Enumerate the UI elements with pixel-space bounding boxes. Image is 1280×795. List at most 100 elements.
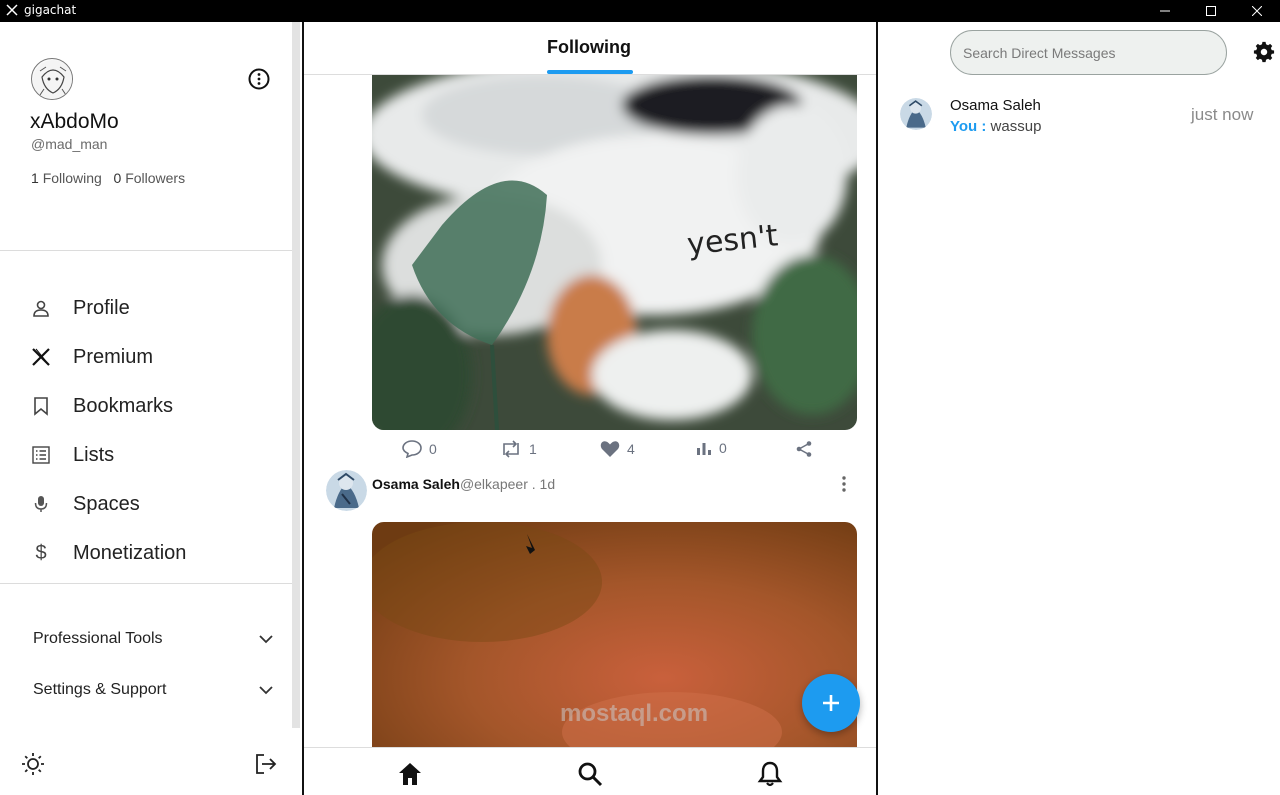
comment-icon [402,440,422,458]
nav-item-label: Premium [73,345,154,368]
cat-gif-image: yesn't [372,75,857,430]
followers-link[interactable]: 0 Followers [114,170,186,186]
conversation-name: Osama Saleh [950,97,1041,114]
nav-item-premium[interactable]: Premium [30,339,270,375]
messages-panel: Osama Saleh You : wassup just now [878,22,1280,795]
nav-item-label: Bookmarks [73,394,174,417]
share-icon [796,441,812,457]
search-messages-input[interactable] [950,30,1227,75]
like-button[interactable]: 4 [600,440,635,458]
active-tab-indicator [547,70,633,74]
following-link[interactable]: 1 Following [31,170,102,186]
close-icon [1252,6,1262,16]
follow-stats: 1 Following 0 Followers [31,170,185,186]
post-timestamp: . 1d [527,476,556,492]
list-icon [30,444,52,466]
nav-item-bookmarks[interactable]: Bookmarks [30,388,270,424]
profile-handle: @mad_man [31,136,108,152]
window-title: gigachat [24,3,77,17]
feed-column: Following yesn't 0 1 4 0 Osama Saleh@elk… [302,22,878,795]
window-titlebar: gigachat [0,0,1280,22]
following-label: Following [42,170,102,186]
theme-toggle-sun-icon[interactable] [21,752,45,776]
nav-item-label: Spaces [73,492,140,515]
post-author-avatar[interactable] [326,470,367,511]
post-author-handle[interactable]: @elkapeer [460,476,528,492]
like-count: 4 [627,441,635,457]
chevron-down-icon [259,686,273,695]
divider [0,250,300,251]
accordion-label: Professional Tools [33,630,163,647]
divider [0,583,300,584]
home-icon[interactable] [396,760,424,788]
avatar-sketch-icon [33,60,72,99]
post-options-button[interactable] [837,474,851,494]
close-button[interactable] [1234,0,1280,22]
reply-button[interactable]: 0 [402,440,437,458]
post-header: Osama Saleh@elkapeer . 1d [372,476,555,492]
more-vertical-icon [842,476,846,492]
conversation-avatar [900,98,932,130]
avatar[interactable] [31,58,73,100]
accordion-label: Settings & Support [33,681,167,698]
bottom-navigation [304,747,876,795]
profile-display-name: xAbdoMo [30,110,119,133]
repost-count: 1 [529,441,537,457]
followers-label: Followers [125,170,186,186]
reply-count: 0 [429,441,437,457]
notifications-bell-icon[interactable] [756,760,784,788]
chevron-down-icon [259,635,273,644]
tab-following[interactable]: Following [547,37,631,58]
minimize-button[interactable] [1142,0,1188,22]
repost-button[interactable]: 1 [500,440,537,458]
following-count: 1 [31,170,39,186]
post-author-name[interactable]: Osama Saleh [372,476,460,492]
nav-item-label: Profile [73,296,130,319]
professional-tools-accordion[interactable]: Professional Tools [33,624,273,654]
logout-icon[interactable] [254,752,278,776]
settings-support-accordion[interactable]: Settings & Support [33,675,273,705]
left-sidebar: xAbdoMo @mad_man 1 Following 0 Followers… [0,22,302,795]
sidebar-scrollbar[interactable] [292,22,300,728]
view-count: 0 [719,440,727,456]
person-icon [30,297,52,319]
nav-item-lists[interactable]: Lists [30,437,270,473]
account-options-button[interactable] [248,68,270,90]
conversation-time: just now [1191,105,1254,124]
microphone-icon [30,493,52,515]
blurry-orange-image [372,522,857,762]
search-icon[interactable] [576,760,604,788]
share-button[interactable] [795,440,813,458]
dollar-icon: $ [35,541,47,564]
more-vertical-circle-icon [248,68,270,90]
avatar-anime-icon [326,470,367,511]
post-actions: 0 1 4 0 [372,440,857,464]
plus-icon [823,695,839,711]
nav-item-spaces[interactable]: Spaces [30,486,270,522]
minimize-icon [1160,10,1170,12]
post-media-cat-image[interactable]: yesn't [372,75,857,430]
nav-item-monetization[interactable]: $ Monetization [30,535,270,571]
conversation-preview: You : wassup [950,118,1041,135]
bar-chart-icon [697,443,711,455]
conversation-item[interactable]: Osama Saleh You : wassup just now [898,92,1270,142]
heart-icon [600,441,620,457]
maximize-button[interactable] [1188,0,1234,22]
followers-count: 0 [113,170,122,186]
nav-item-profile[interactable]: Profile [30,290,270,326]
app-icon [6,4,18,16]
message-text: wassup [986,118,1042,135]
views-button[interactable]: 0 [696,440,727,456]
repost-icon [503,440,519,458]
avatar-anime-icon [900,98,932,130]
post-media-image[interactable] [372,522,857,762]
compose-post-button[interactable] [802,674,860,732]
message-sender-label: You : [950,118,987,135]
nav-item-label: Monetization [73,541,187,564]
messages-settings-button[interactable] [1253,41,1275,63]
nav-item-label: Lists [73,443,115,466]
x-logo-icon [30,346,52,368]
feed-tabbar: Following [304,22,876,75]
bookmark-icon [30,395,52,417]
gear-icon [1253,41,1275,63]
